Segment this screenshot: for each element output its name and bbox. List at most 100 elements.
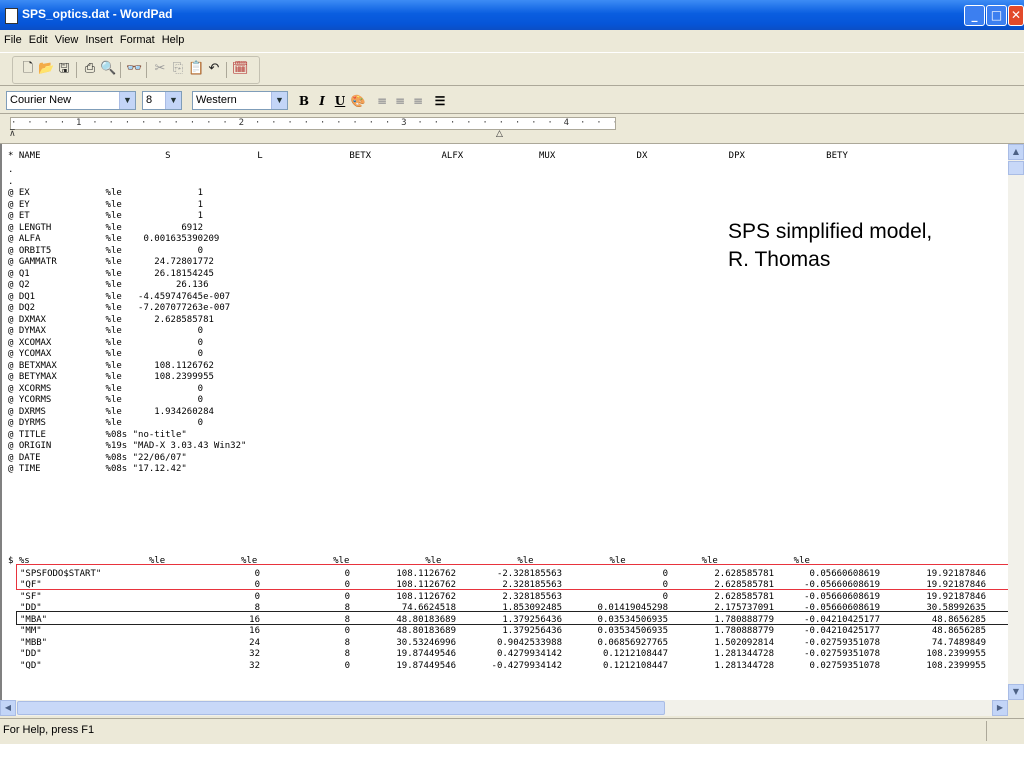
chevron-down-icon[interactable]: ▼ <box>271 92 287 109</box>
find-binoculars-icon[interactable]: 👓 <box>126 61 142 77</box>
copy-icon[interactable]: ⎘ <box>170 61 186 77</box>
annotation-line-1: SPS simplified model, <box>728 220 933 243</box>
save-disk-icon[interactable]: 🖫 <box>56 61 72 77</box>
table-cell: 1.379256436 <box>502 626 562 637</box>
italic-icon[interactable]: I <box>314 93 330 109</box>
scrollbar-corner <box>1008 700 1024 716</box>
table-cell: -0.02759351078 <box>804 649 880 660</box>
scroll-up-icon[interactable]: ▲ <box>1008 144 1024 160</box>
status-pane <box>986 721 1023 741</box>
underline-icon[interactable]: U <box>332 93 348 109</box>
vertical-scrollbar[interactable]: ▲ ▼ <box>1008 144 1024 700</box>
menu-insert[interactable]: Insert <box>81 30 116 50</box>
status-text: For Help, press F1 <box>3 724 95 736</box>
status-bar: For Help, press F1 <box>0 718 1024 744</box>
table-cell: 19.87449546 <box>396 649 456 660</box>
toolbar-separator <box>226 62 227 78</box>
table-cell: 19.92187846 <box>926 591 986 602</box>
window-title: SPS_optics.dat - WordPad <box>22 7 173 21</box>
annotation-text: SPS simplified model, R. Thomas <box>728 218 932 274</box>
print-preview-icon[interactable]: 🔍 <box>100 61 116 77</box>
align-right-icon[interactable]: ≡ <box>410 93 426 109</box>
format-toolbar: Courier New ▼ 8 ▼ Western ▼ B I U 🎨 ≡ ≡ … <box>0 88 1024 114</box>
maximize-button[interactable]: □ <box>986 5 1007 26</box>
table-cell: 1.281344728 <box>714 649 774 660</box>
table-cell: 48.80183689 <box>396 626 456 637</box>
horizontal-scrollbar[interactable]: ◀ ▶ <box>0 700 1008 716</box>
table-row: "DD" 32 8 19.87449546 0.4279934142 0.12121084… <box>8 649 986 661</box>
table-cell: -0.4279934142 <box>491 660 562 671</box>
menu-file[interactable]: File <box>0 30 25 50</box>
right-indent-marker-icon[interactable]: △ <box>496 130 503 139</box>
table-cell: 0 <box>344 626 350 637</box>
align-center-icon[interactable]: ≡ <box>392 93 408 109</box>
table-cell: 0.9042533988 <box>496 637 562 648</box>
bottom-band <box>0 744 1024 768</box>
insert-object-icon[interactable]: 🗓 <box>232 61 249 77</box>
ruler-scale: · · · · 1 · · · · · · · · · 2 · · · · · … <box>10 117 616 130</box>
table-cell: -0.02759351078 <box>804 637 880 648</box>
menu-edit[interactable]: Edit <box>25 30 51 50</box>
table-row: "QD" 32 0 19.87449546 -0.4279934142 0.1212108… <box>8 660 986 672</box>
chevron-down-icon[interactable]: ▼ <box>119 92 135 109</box>
table-cell: 24 <box>249 637 260 648</box>
column-header-line: * NAME S L BETX ALFX MUX DX DPX BETY <box>8 151 848 161</box>
table-cell: -0.05660608619 <box>804 591 880 602</box>
indent-marker-icon[interactable]: ⊼ <box>9 130 16 139</box>
table-cell: 16 <box>249 626 260 637</box>
table-row: "MM" 16 0 48.80183689 1.379256436 0.035345069… <box>8 626 986 638</box>
document-area[interactable]: * NAME S L BETX ALFX MUX DX DPX BETY . .… <box>0 144 1008 700</box>
font-size-combo[interactable]: 8 ▼ <box>142 91 182 110</box>
standard-toolbar: 🗋 📂 🖫 ⎙ 🔍 👓 ✂ ⎘ 📋 ↶ 🗓 <box>0 52 1024 86</box>
table-cell: 1.502092814 <box>714 637 774 648</box>
highlight-box-red <box>16 564 1008 590</box>
open-folder-icon[interactable]: 📂 <box>38 61 54 77</box>
table-cell: 32 <box>249 649 260 660</box>
scroll-right-icon[interactable]: ▶ <box>992 700 1008 716</box>
scroll-left-icon[interactable]: ◀ <box>0 700 16 716</box>
font-name-combo[interactable]: Courier New ▼ <box>6 91 136 110</box>
highlight-box-black <box>16 611 1008 625</box>
font-size-value: 8 <box>146 94 153 106</box>
close-button[interactable]: ✕ <box>1008 5 1024 26</box>
table-cell: 0.1212108447 <box>602 660 668 671</box>
title-bar: SPS_optics.dat - WordPad _ □ ✕ <box>0 0 1024 30</box>
undo-icon[interactable]: ↶ <box>206 61 222 77</box>
annotation-line-2: R. Thomas <box>728 248 831 271</box>
bullets-icon[interactable]: ☰ <box>432 93 448 109</box>
table-cell: 0.02759351078 <box>809 660 880 671</box>
script-combo[interactable]: Western ▼ <box>192 91 288 110</box>
paste-icon[interactable]: 📋 <box>188 61 204 77</box>
menu-format[interactable]: Format <box>116 30 158 50</box>
scroll-down-icon[interactable]: ▼ <box>1008 684 1024 700</box>
table-cell: 0.03534506935 <box>597 626 668 637</box>
chevron-down-icon[interactable]: ▼ <box>165 92 181 109</box>
vertical-scroll-thumb[interactable] <box>1008 161 1024 175</box>
table-cell: 0 <box>344 660 350 671</box>
wordpad-app-icon[interactable] <box>5 8 18 24</box>
align-left-icon[interactable]: ≡ <box>374 93 390 109</box>
minimize-button[interactable]: _ <box>964 5 985 26</box>
table-cell: 0 <box>662 591 668 602</box>
toolbar-separator <box>76 62 77 78</box>
menu-view[interactable]: View <box>51 30 82 50</box>
table-row: "MBB" 24 8 30.53246996 0.9042533988 0.0685692… <box>8 637 986 649</box>
menu-help[interactable]: Help <box>158 30 188 50</box>
table-cell-name: "DD" <box>20 649 42 660</box>
table-cell: 2.328185563 <box>502 591 562 602</box>
table-cell: 108.2399955 <box>926 649 986 660</box>
table-cell: 8 <box>344 649 350 660</box>
color-palette-icon[interactable]: 🎨 <box>350 93 366 109</box>
table-cell: 0.06856927765 <box>597 637 668 648</box>
new-document-icon[interactable]: 🗋 <box>20 61 36 77</box>
table-cell: 108.1126762 <box>396 591 456 602</box>
cut-icon[interactable]: ✂ <box>152 61 168 77</box>
table-cell-name: "MM" <box>20 626 42 637</box>
print-icon[interactable]: ⎙ <box>82 61 98 77</box>
table-cell-name: "MBB" <box>20 637 48 648</box>
font-name-value: Courier New <box>10 94 72 106</box>
bold-icon[interactable]: B <box>296 93 312 109</box>
horizontal-scroll-thumb[interactable] <box>17 701 665 715</box>
table-cell: 19.87449546 <box>396 660 456 671</box>
ruler[interactable]: · · · · 1 · · · · · · · · · 2 · · · · · … <box>0 114 1024 144</box>
